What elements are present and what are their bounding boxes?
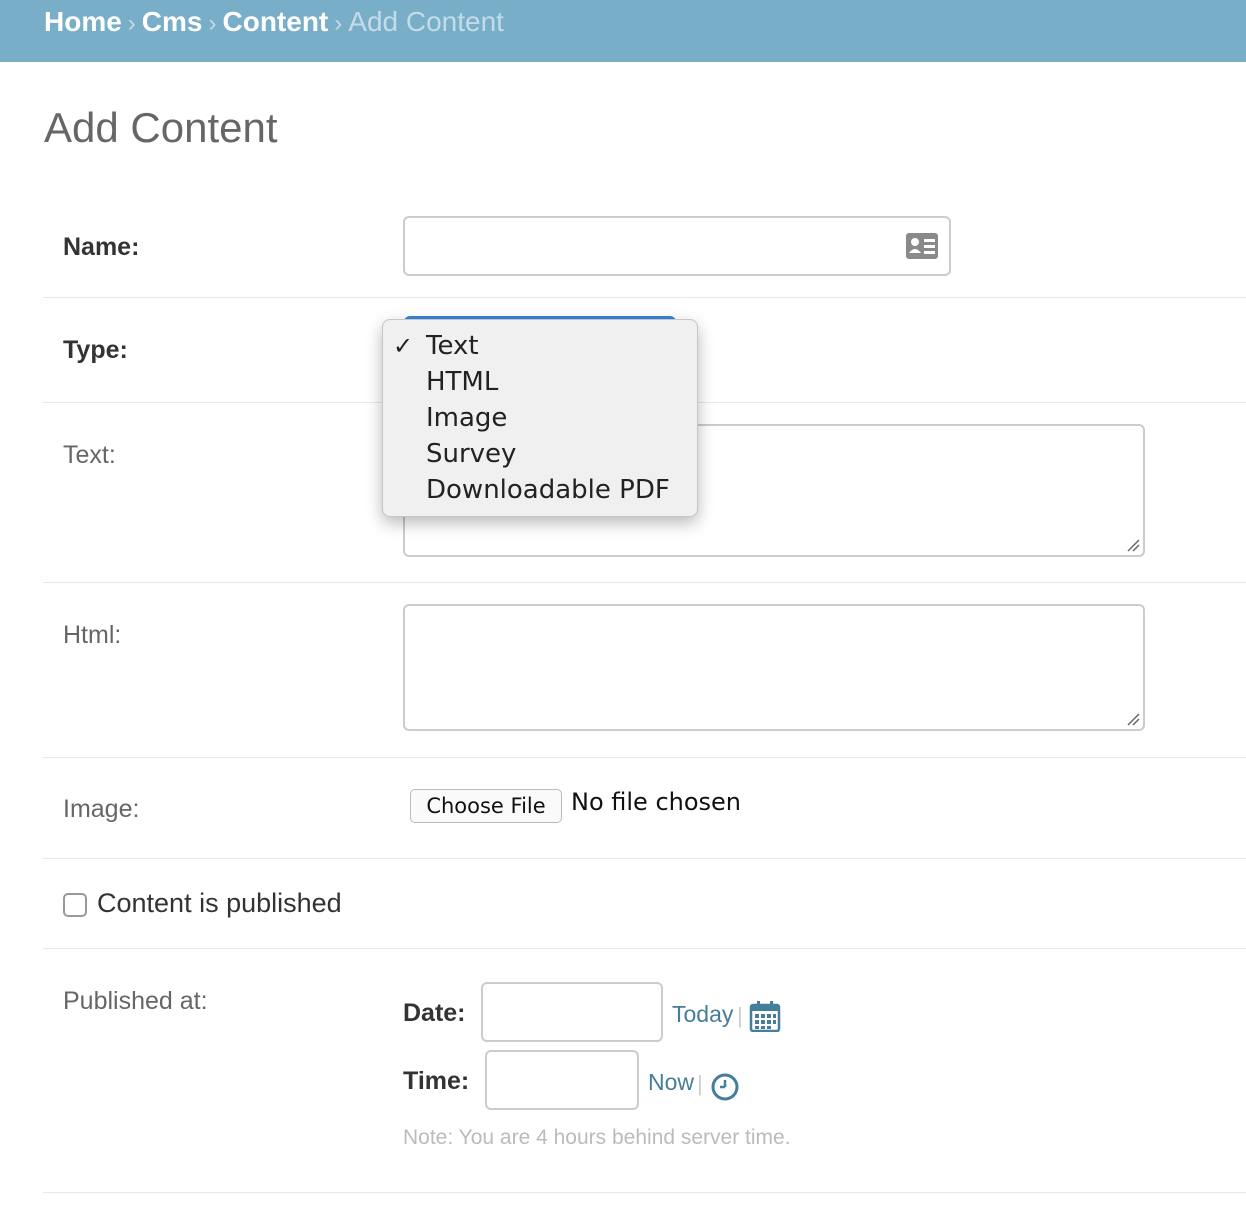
choose-file-button[interactable]: Choose File: [410, 789, 562, 823]
breadcrumb-home-link[interactable]: Home: [44, 6, 122, 37]
clock-icon[interactable]: [710, 1072, 740, 1102]
text-label: Text:: [63, 441, 116, 469]
row-divider: [43, 1192, 1246, 1193]
breadcrumb-cms-link[interactable]: Cms: [142, 6, 203, 37]
type-option-label: Survey: [426, 439, 517, 469]
type-option-html[interactable]: HTML: [383, 364, 697, 400]
resize-grip-icon[interactable]: [1124, 710, 1140, 726]
date-label: Date:: [403, 999, 466, 1027]
type-option-label: Text: [426, 331, 479, 361]
row-divider: [43, 757, 1246, 758]
published-checkbox-label[interactable]: Content is published: [97, 888, 342, 919]
type-option-image[interactable]: Image: [383, 400, 697, 436]
type-option-label: HTML: [426, 367, 499, 397]
contact-card-icon[interactable]: [905, 232, 939, 260]
time-label: Time:: [403, 1067, 470, 1095]
calendar-icon[interactable]: [749, 1000, 781, 1032]
link-separator: |: [697, 1071, 703, 1096]
breadcrumb-current: Add Content: [348, 6, 504, 37]
page-title: Add Content: [44, 104, 278, 151]
html-textarea[interactable]: [403, 604, 1145, 731]
breadcrumb-content-link[interactable]: Content: [223, 6, 329, 37]
row-divider: [43, 582, 1246, 583]
name-label: Name:: [63, 233, 140, 261]
timezone-note: Note: You are 4 hours behind server time…: [403, 1126, 791, 1149]
name-input[interactable]: [403, 216, 951, 276]
breadcrumb: Home › Cms › Content › Add Content: [0, 0, 1246, 62]
type-option-text[interactable]: ✓ Text: [383, 328, 697, 364]
type-option-label: Image: [426, 403, 508, 433]
type-option-downloadable-pdf[interactable]: Downloadable PDF: [383, 472, 697, 508]
html-label: Html:: [63, 621, 122, 649]
file-status: No file chosen: [571, 788, 742, 816]
row-divider: [43, 948, 1246, 949]
row-divider: [43, 858, 1246, 859]
breadcrumb-separator: ›: [127, 10, 136, 37]
now-link[interactable]: Now: [648, 1069, 694, 1096]
time-input[interactable]: [485, 1050, 639, 1110]
today-link[interactable]: Today: [672, 1001, 733, 1028]
published-at-label: Published at:: [63, 987, 208, 1015]
image-label: Image:: [63, 795, 140, 823]
published-checkbox[interactable]: [63, 893, 87, 917]
type-option-survey[interactable]: Survey: [383, 436, 697, 472]
type-label: Type:: [63, 336, 128, 364]
row-divider: [43, 297, 1246, 298]
resize-grip-icon[interactable]: [1124, 536, 1140, 552]
breadcrumb-separator: ›: [208, 10, 217, 37]
date-input[interactable]: [481, 982, 663, 1042]
checkmark-icon: ✓: [393, 332, 414, 360]
link-separator: |: [737, 1003, 743, 1028]
type-option-label: Downloadable PDF: [426, 475, 670, 505]
type-dropdown-menu: ✓ Text HTML Image Survey Downloadable PD…: [382, 319, 698, 517]
breadcrumb-separator: ›: [334, 10, 343, 37]
